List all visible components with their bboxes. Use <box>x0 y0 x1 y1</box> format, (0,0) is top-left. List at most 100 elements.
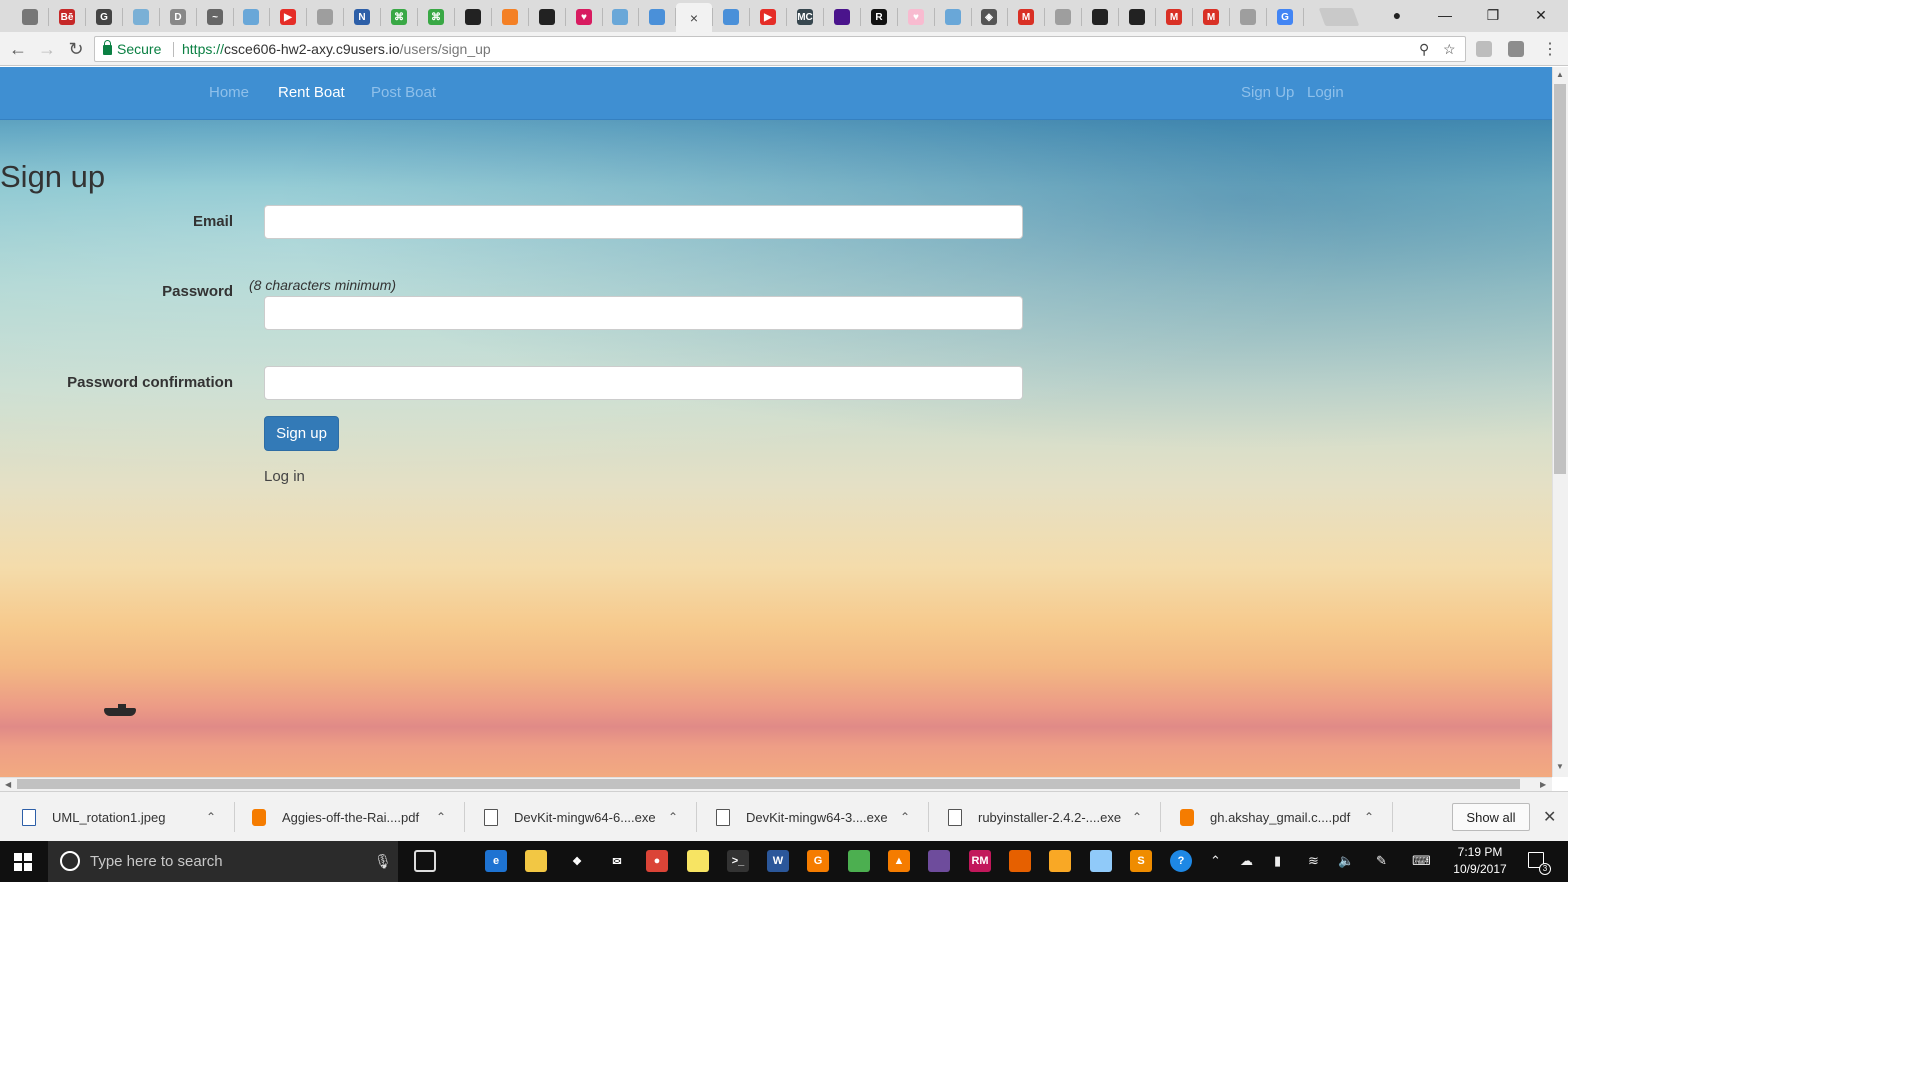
browser-tab[interactable] <box>1230 4 1266 30</box>
close-icon[interactable]: × <box>690 10 698 26</box>
key-icon[interactable]: ⚲ <box>1419 37 1429 61</box>
window-close-button[interactable]: ✕ <box>1518 0 1564 30</box>
wifi-icon[interactable]: ≋ <box>1308 853 1319 869</box>
url-text[interactable]: https://csce606-hw2-axy.c9users.io/users… <box>182 37 491 61</box>
extension-icon[interactable] <box>1508 41 1524 57</box>
browser-tab[interactable]: M <box>1193 4 1229 30</box>
word-icon[interactable]: W <box>767 850 789 872</box>
firefox-icon[interactable] <box>1009 850 1031 872</box>
download-item[interactable]: DevKit-mingw64-6....exe <box>484 792 656 842</box>
browser-tab[interactable]: ♥ <box>566 4 602 30</box>
sticky-notes-icon[interactable] <box>687 850 709 872</box>
pen-icon[interactable]: ✎ <box>1376 853 1387 869</box>
sublime-icon[interactable]: S <box>1130 850 1152 872</box>
puzzle-icon[interactable] <box>1049 850 1071 872</box>
microphone-icon[interactable]: 🎙 <box>374 853 392 870</box>
chevron-up-icon[interactable]: ⌃ <box>206 810 216 824</box>
reload-icon[interactable]: ↻ <box>64 37 88 61</box>
terminal-icon[interactable]: >_ <box>727 850 749 872</box>
browser-tab[interactable]: ⌘ <box>381 4 417 30</box>
restore-button[interactable]: ❐ <box>1470 0 1516 30</box>
log-in-link[interactable]: Log in <box>264 468 305 485</box>
browser-tab[interactable]: ◈ <box>971 4 1007 30</box>
browser-tab[interactable] <box>602 4 638 30</box>
download-item[interactable]: rubyinstaller-2.4.2-....exe <box>948 792 1121 842</box>
chevron-up-icon[interactable]: ⌃ <box>1132 810 1142 824</box>
browser-tab[interactable] <box>713 4 749 30</box>
chevron-up-icon[interactable]: ⌃ <box>436 810 446 824</box>
browser-tab[interactable] <box>639 4 675 30</box>
scroll-right-arrow-icon[interactable]: ▶ <box>1540 780 1546 789</box>
battery-icon[interactable]: ▮ <box>1274 853 1281 869</box>
forward-arrow-icon[interactable]: → <box>35 37 59 61</box>
pen-tool-icon[interactable] <box>1090 850 1112 872</box>
browser-tab[interactable] <box>123 4 159 30</box>
download-item[interactable]: DevKit-mingw64-3....exe <box>716 792 888 842</box>
browser-tab[interactable] <box>12 4 48 30</box>
show-all-button[interactable]: Show all <box>1452 803 1530 831</box>
menu-icon[interactable]: ⋮ <box>1538 37 1562 61</box>
browser-tab[interactable] <box>529 4 565 30</box>
taskbar-search-box[interactable]: Type here to search 🎙 <box>48 841 398 882</box>
email-field[interactable] <box>264 205 1023 239</box>
browser-tab[interactable]: ▶ <box>750 4 786 30</box>
taskbar-clock[interactable]: 7:19 PM 10/9/2017 <box>1444 844 1516 878</box>
browser-tab[interactable]: R <box>861 4 897 30</box>
chevron-up-icon[interactable]: ⌃ <box>1364 810 1374 824</box>
browser-tab[interactable]: ♥ <box>898 4 934 30</box>
new-tab-button[interactable] <box>1318 8 1360 26</box>
nav-sign-up-link[interactable]: Sign Up <box>1241 84 1294 101</box>
nav-rent-boat-link[interactable]: Rent Boat <box>278 84 345 101</box>
help-icon[interactable]: ? <box>1170 850 1192 872</box>
profile-icon[interactable]: ● <box>1374 0 1420 30</box>
chevron-up-icon[interactable]: ⌃ <box>900 810 910 824</box>
browser-tab[interactable]: M <box>1156 4 1192 30</box>
browser-tab[interactable] <box>307 4 343 30</box>
file-explorer-icon[interactable] <box>525 850 547 872</box>
close-icon[interactable]: ✕ <box>1543 807 1556 827</box>
browser-tab[interactable]: D <box>160 4 196 30</box>
dropbox-icon[interactable]: ❖ <box>566 850 588 872</box>
tray-expand-icon[interactable]: ⌃ <box>1210 853 1221 869</box>
browser-tab[interactable] <box>492 4 528 30</box>
browser-tab[interactable]: MC <box>787 4 823 30</box>
browser-tab[interactable] <box>824 4 860 30</box>
download-item[interactable]: Aggies-off-the-Rai....pdf <box>252 792 419 842</box>
browser-tab[interactable] <box>455 4 491 30</box>
browser-tab[interactable]: ▶ <box>270 4 306 30</box>
windows-start-icon[interactable] <box>14 853 32 871</box>
minimize-button[interactable]: — <box>1422 0 1468 30</box>
github-desktop-icon[interactable] <box>928 850 950 872</box>
vlc-icon[interactable]: ▲ <box>888 850 910 872</box>
browser-tab[interactable] <box>1119 4 1155 30</box>
mail-icon[interactable]: ✉ <box>606 850 628 872</box>
pdf-reader-icon[interactable]: G <box>807 850 829 872</box>
scroll-left-arrow-icon[interactable]: ◀ <box>5 780 11 789</box>
chevron-up-icon[interactable]: ⌃ <box>668 810 678 824</box>
browser-tab[interactable]: N <box>344 4 380 30</box>
extension-icon[interactable] <box>1476 41 1492 57</box>
bookmark-star-icon[interactable]: ☆ <box>1443 37 1456 61</box>
keyboard-icon[interactable]: ⌨ <box>1412 853 1431 869</box>
nav-post-boat-link[interactable]: Post Boat <box>371 84 436 101</box>
download-item[interactable]: gh.akshay_gmail.c....pdf <box>1180 792 1350 842</box>
browser-tab[interactable]: G <box>86 4 122 30</box>
nav-login-link[interactable]: Login <box>1307 84 1344 101</box>
address-bar[interactable]: Secure https://csce606-hw2-axy.c9users.i… <box>94 36 1466 62</box>
rubymine-icon[interactable]: RM <box>969 850 991 872</box>
password-field[interactable] <box>264 296 1023 330</box>
sign-up-button[interactable]: Sign up <box>264 416 339 451</box>
download-item[interactable]: UML_rotation1.jpeg <box>22 792 165 842</box>
paint-icon[interactable] <box>848 850 870 872</box>
browser-tab[interactable]: ~ <box>197 4 233 30</box>
browser-tab[interactable]: Bē <box>49 4 85 30</box>
back-arrow-icon[interactable]: ← <box>6 37 30 61</box>
browser-tab[interactable] <box>1082 4 1118 30</box>
browser-tab[interactable]: ⌘ <box>418 4 454 30</box>
onedrive-icon[interactable]: ☁ <box>1240 853 1253 869</box>
browser-tab[interactable] <box>935 4 971 30</box>
volume-muted-icon[interactable]: 🔈 <box>1338 853 1354 869</box>
scroll-down-arrow-icon[interactable]: ▼ <box>1556 762 1564 771</box>
nav-home-link[interactable]: Home <box>209 84 249 101</box>
edge-icon[interactable]: e <box>485 850 507 872</box>
